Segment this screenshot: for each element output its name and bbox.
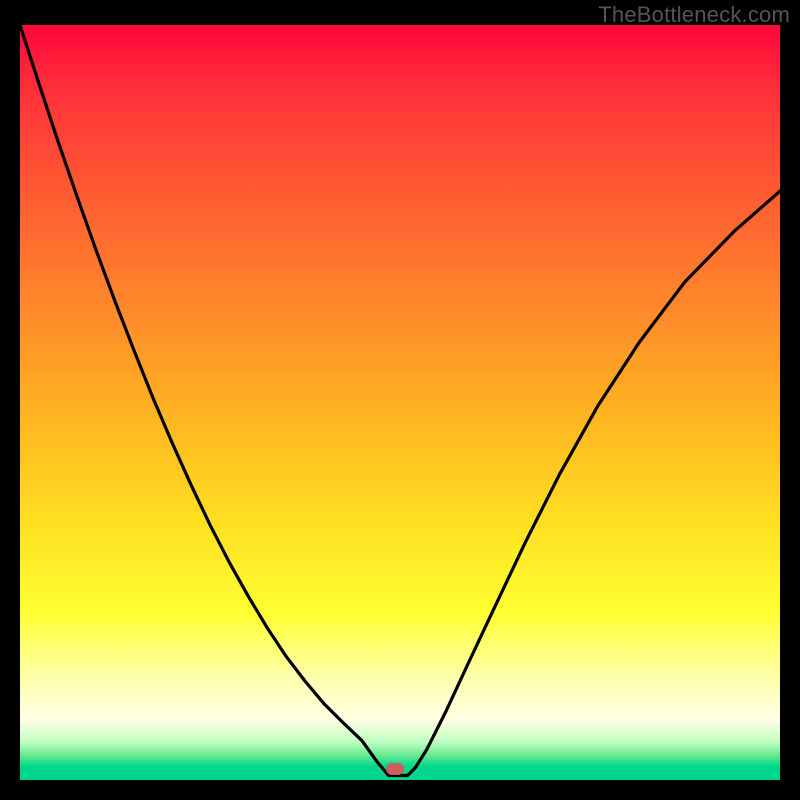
chart-frame: TheBottleneck.com [0,0,800,800]
bottleneck-curve [20,25,780,780]
watermark-text: TheBottleneck.com [598,2,790,28]
plot-area [20,25,780,780]
optimal-point-marker [386,763,404,775]
